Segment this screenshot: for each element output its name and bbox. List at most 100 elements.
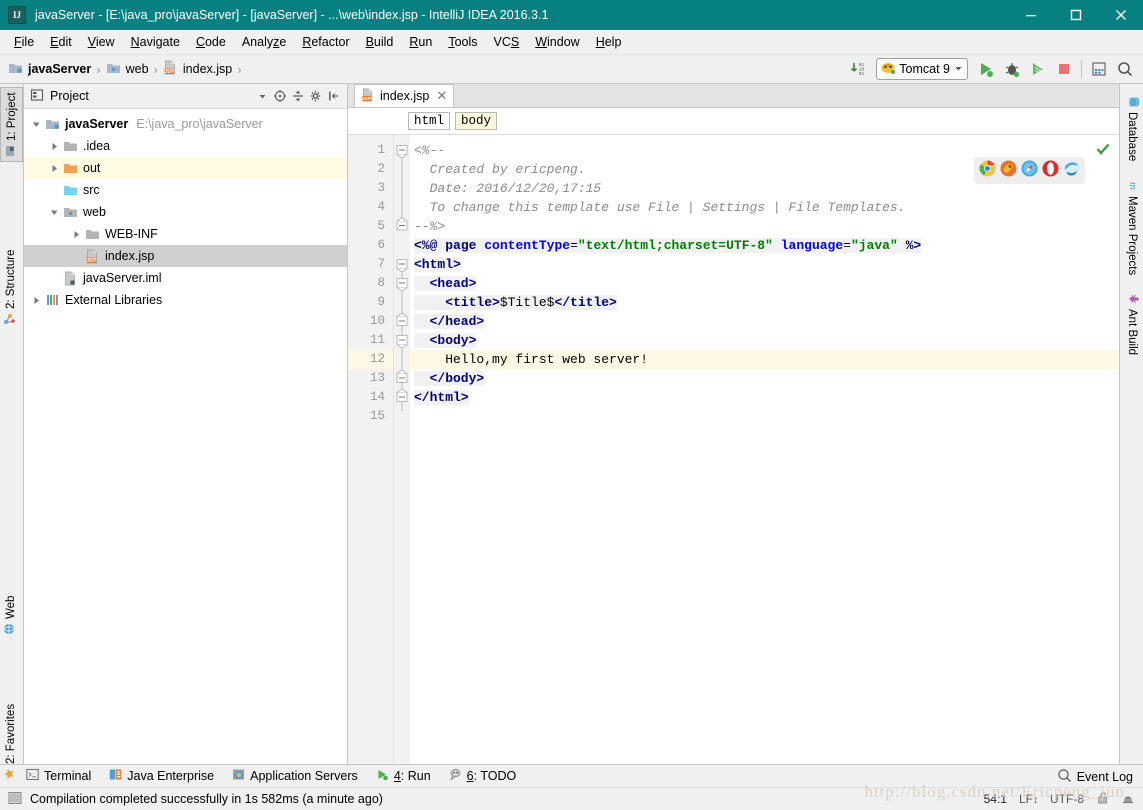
opera-icon[interactable]	[1042, 160, 1059, 181]
line-number: 12	[348, 350, 393, 369]
jsp-file-icon: JSP	[84, 248, 100, 264]
sidebar-item-web[interactable]: Web	[0, 592, 21, 639]
close-icon[interactable]: ✕	[436, 88, 447, 104]
breadcrumb-separator: ›	[96, 61, 101, 77]
menu-code[interactable]: Code	[188, 32, 234, 52]
search-everywhere-button[interactable]	[1113, 57, 1137, 81]
sidebar-label: Web	[4, 595, 17, 619]
folder-icon	[62, 138, 78, 154]
minimize-button[interactable]	[1008, 0, 1053, 30]
view-mode-dropdown-icon[interactable]	[253, 87, 271, 105]
scroll-from-source-icon[interactable]	[271, 87, 289, 105]
unlocked-icon[interactable]	[1096, 791, 1109, 807]
status-bar-right: 54:1 LF↕ UTF-8	[984, 791, 1135, 808]
firefox-icon[interactable]	[1000, 160, 1017, 181]
code-folding-gutter[interactable]	[394, 135, 410, 764]
chevron-down-icon[interactable]	[954, 62, 963, 76]
no-errors-check-icon[interactable]	[1095, 141, 1111, 161]
event-log-button[interactable]: Event Log	[1057, 768, 1133, 786]
hide-panel-icon[interactable]	[325, 87, 343, 105]
sidebar-item-project[interactable]: 1: Project	[0, 87, 23, 162]
menu-run[interactable]: Run	[401, 32, 440, 52]
menu-tools[interactable]: Tools	[440, 32, 485, 52]
breadcrumb-item-project[interactable]: javaServer	[8, 61, 91, 78]
tree-row-iml[interactable]: javaServer.iml	[24, 267, 347, 289]
safari-icon[interactable]	[1021, 160, 1038, 181]
collapse-all-icon[interactable]	[289, 87, 307, 105]
breadcrumb-item-file[interactable]: JSP index.jsp	[163, 60, 232, 78]
database-icon	[1125, 96, 1140, 108]
settings-gear-icon[interactable]	[307, 87, 325, 105]
hector-icon[interactable]	[1121, 791, 1135, 808]
sidebar-item-database[interactable]: Database	[1122, 92, 1143, 165]
debug-button[interactable]	[1000, 57, 1024, 81]
twisty-expanded-icon[interactable]	[46, 204, 62, 220]
browser-preview-popup[interactable]	[974, 157, 1085, 184]
tree-row-index-jsp[interactable]: JSP index.jsp	[24, 245, 347, 267]
sidebar-item-favorites[interactable]: 2: Favorites	[0, 700, 21, 784]
code-token: <html>	[414, 257, 461, 272]
tool-window-label: 4: Run	[393, 769, 431, 783]
tool-window-label: Java Enterprise	[127, 769, 215, 783]
status-toggle-icon[interactable]	[8, 791, 22, 808]
star-icon	[3, 768, 18, 780]
twisty-collapsed-icon[interactable]	[28, 292, 44, 308]
chrome-icon[interactable]	[979, 160, 996, 181]
breadcrumb-label: index.jsp	[182, 62, 233, 76]
editor-tab-index-jsp[interactable]: JSP index.jsp ✕	[354, 84, 455, 107]
menu-navigate[interactable]: Navigate	[123, 32, 188, 52]
code-token: "text/html;charset=UTF-8"	[577, 238, 773, 253]
menu-refactor[interactable]: Refactor	[294, 32, 357, 52]
code-token: <head>	[414, 276, 477, 291]
bottom-tool-window-bar: Terminal Java Enterprise Application Ser…	[0, 764, 1143, 787]
sidebar-item-ant-build[interactable]: Ant Build	[1122, 289, 1143, 359]
code-token: <title>	[414, 295, 500, 310]
tool-window-run[interactable]: 4: Run	[376, 768, 431, 784]
sidebar-item-maven-projects[interactable]: m Maven Projects	[1122, 176, 1143, 279]
line-number: 11	[369, 333, 385, 347]
tool-window-todo[interactable]: 6: TODO	[449, 768, 516, 784]
tree-row-javaserver[interactable]: javaServer E:\java_pro\javaServer	[24, 113, 347, 135]
tag-breadcrumb-body[interactable]: body	[455, 112, 498, 130]
close-button[interactable]	[1098, 0, 1143, 30]
run-button[interactable]	[974, 57, 998, 81]
menu-analyze[interactable]: Analyze	[234, 32, 294, 52]
menu-window[interactable]: Window	[527, 32, 587, 52]
tree-row-web[interactable]: web	[24, 201, 347, 223]
tree-row-src[interactable]: src	[24, 179, 347, 201]
stop-button[interactable]	[1052, 57, 1076, 81]
menu-view[interactable]: View	[80, 32, 123, 52]
twisty-expanded-icon[interactable]	[28, 116, 44, 132]
tree-row-out[interactable]: out	[24, 157, 347, 179]
update-running-application-icon[interactable]: 01 10 01	[846, 57, 870, 81]
maximize-button[interactable]	[1053, 0, 1098, 30]
tree-row-idea[interactable]: .idea	[24, 135, 347, 157]
menu-file[interactable]: FFileile	[6, 32, 42, 52]
run-with-coverage-button[interactable]	[1026, 57, 1050, 81]
menu-edit[interactable]: Edit	[42, 32, 80, 52]
source-root-icon	[62, 182, 78, 198]
tool-window-application-servers[interactable]: Application Servers	[232, 768, 358, 784]
tool-window-java-enterprise[interactable]: Java Enterprise	[109, 768, 214, 784]
code-editor[interactable]: 1 2 3 4 5 6 7 8 9 10 11 12 13 14 15 <%--…	[348, 135, 1119, 764]
project-tree[interactable]: javaServer E:\java_pro\javaServer .idea …	[24, 109, 347, 764]
code-text-area[interactable]: <%-- Created by ericpeng. Date: 2016/12/…	[410, 135, 1119, 764]
twisty-collapsed-icon[interactable]	[46, 160, 62, 176]
tree-label: index.jsp	[105, 249, 155, 263]
tag-breadcrumb-html[interactable]: html	[408, 112, 451, 130]
breadcrumb-item-web[interactable]: web	[106, 61, 149, 78]
menu-help[interactable]: Help	[588, 32, 630, 52]
sidebar-item-structure[interactable]: 2: Structure	[0, 246, 21, 329]
menu-build[interactable]: Build	[358, 32, 402, 52]
twisty-collapsed-icon[interactable]	[46, 138, 62, 154]
tree-row-web-inf[interactable]: WEB-INF	[24, 223, 347, 245]
menu-vcs[interactable]: VCS	[486, 32, 528, 52]
tree-label: .idea	[83, 139, 111, 153]
tree-row-external-libraries[interactable]: External Libraries	[24, 289, 347, 311]
explorer-icon[interactable]	[1063, 160, 1080, 181]
project-structure-button[interactable]	[1087, 57, 1111, 81]
tool-window-terminal[interactable]: Terminal	[26, 768, 91, 784]
run-configuration-selector[interactable]: Tomcat 9	[876, 58, 968, 80]
twisty-collapsed-icon[interactable]	[68, 226, 84, 242]
tree-label: javaServer.iml	[83, 271, 162, 285]
